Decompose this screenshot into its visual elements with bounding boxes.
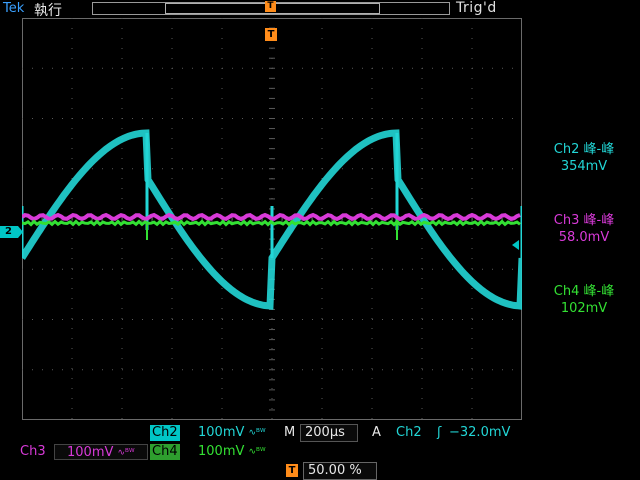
ch3-scale-value: 100mV [67, 445, 114, 460]
ch2-ground-marker[interactable]: 2 [0, 226, 23, 238]
measurement-label: Ch2 峰-峰 [553, 142, 615, 157]
measurement-label: Ch4 峰-峰 [553, 284, 615, 299]
trigger-position-marker[interactable]: T [265, 28, 277, 41]
ch2-scale[interactable]: 100mV ∿ᴮᵂ [198, 425, 266, 441]
ch4-label[interactable]: Ch4 [150, 444, 180, 460]
brand-logo: Tek [3, 1, 25, 16]
timebase-value[interactable]: 200µs [300, 424, 358, 442]
measurement-value: 58.0mV [558, 230, 610, 245]
bandwidth-limit-icon: ∿ᴮᵂ [248, 447, 266, 457]
trigger-mode: A [372, 425, 381, 440]
waveform-display [22, 18, 522, 420]
timebase-label: M [284, 425, 296, 440]
trigger-position-marker-top: T [265, 1, 276, 12]
trigger-position-icon: T [286, 464, 298, 477]
top-status-bar: Tek 執行 T Trig'd [0, 0, 640, 19]
ch4-scale[interactable]: 100mV ∿ᴮᵂ [198, 444, 266, 460]
ch4-scale-value: 100mV [198, 444, 245, 459]
bandwidth-limit-icon: ∿ᴮᵂ [248, 428, 266, 438]
ch3-scale[interactable]: 100mV ∿ᴮᵂ [54, 444, 148, 460]
measurement-value: 102mV [560, 301, 608, 316]
trigger-level-marker[interactable] [512, 240, 519, 250]
trigger-level[interactable]: −32.0mV [449, 425, 510, 441]
ch3-label[interactable]: Ch3 [20, 444, 46, 460]
trigger-source[interactable]: Ch2 [396, 425, 422, 441]
measurement-label: Ch3 峰-峰 [553, 213, 615, 228]
run-state: 執行 [34, 3, 62, 19]
ch2-scale-value: 100mV [198, 425, 245, 440]
trigger-slope-icon: ʃ [437, 425, 442, 440]
ch2-label[interactable]: Ch2 [150, 425, 180, 441]
measurement-ch2: Ch2 峰-峰 354mV [528, 141, 640, 175]
trigger-status: Trig'd [456, 0, 497, 16]
trigger-position-value[interactable]: 50.00 % [303, 462, 377, 480]
measurement-value: 354mV [560, 159, 608, 174]
bandwidth-limit-icon: ∿ᴮᵂ [117, 448, 135, 458]
measurement-ch4: Ch4 峰-峰 102mV [528, 283, 640, 317]
measurement-ch3: Ch3 峰-峰 58.0mV [528, 212, 640, 246]
